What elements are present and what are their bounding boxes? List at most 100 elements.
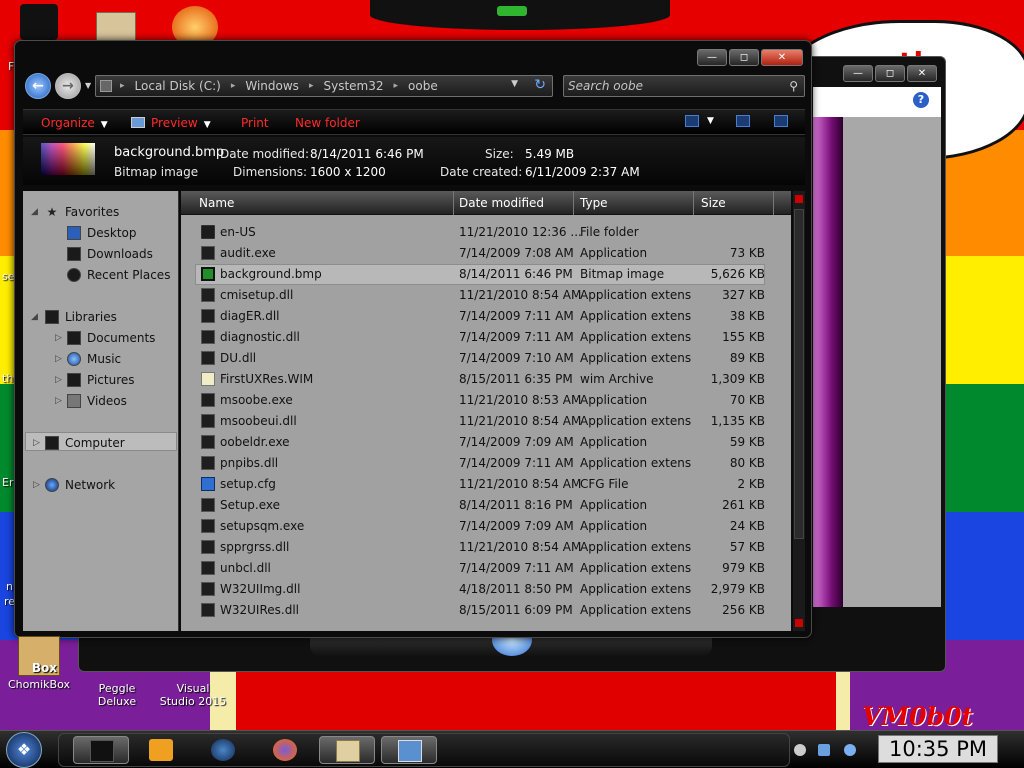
forward-button[interactable]: → — [55, 73, 81, 99]
file-row[interactable]: W32UIRes.dll 8/15/2011 6:09 PM Application… — [181, 600, 791, 621]
collapse-arrow-icon[interactable]: ▷ — [55, 354, 62, 364]
taskbar-media-player-button[interactable] — [133, 736, 189, 764]
scroll-up-arrow-icon[interactable] — [795, 195, 803, 203]
close-button[interactable]: ✕ — [761, 49, 803, 66]
taskbar-explorer-button[interactable] — [73, 736, 129, 764]
breadcrumb-separator-icon[interactable]: ▸ — [120, 81, 125, 91]
file-row[interactable]: audit.exe 7/14/2009 7:08 AM Application 73 … — [181, 243, 791, 264]
change-view-icon[interactable] — [685, 115, 699, 127]
start-button[interactable]: ❖ — [6, 732, 42, 768]
collapse-arrow-icon[interactable]: ▷ — [33, 438, 40, 448]
breadcrumb-separator-icon[interactable]: ▸ — [231, 81, 236, 91]
search-icon[interactable]: ⚲ — [789, 79, 798, 93]
file-row[interactable]: W32UIImg.dll 4/18/2011 8:50 PM Application… — [181, 579, 791, 600]
file-row[interactable]: unbcl.dll 7/14/2009 7:11 AM Application ex… — [181, 558, 791, 579]
desktop-icon-chomikbox[interactable]: Box ChomikBox — [4, 636, 74, 691]
column-divider[interactable] — [693, 191, 694, 215]
column-divider[interactable] — [453, 191, 454, 215]
address-dropdown-icon[interactable]: ▼ — [511, 79, 518, 89]
bg-minimize-button[interactable]: — — [843, 65, 873, 82]
breadcrumb-item[interactable]: Windows — [245, 79, 299, 93]
nav-recent-places[interactable]: Recent Places — [67, 266, 170, 284]
file-row[interactable]: msoobeui.dll 11/21/2010 8:54 AM Applicatio… — [181, 411, 791, 432]
file-row[interactable]: diagER.dll 7/14/2009 7:11 AM Application e… — [181, 306, 791, 327]
preview-button[interactable]: Preview ▼ — [131, 116, 211, 130]
column-header-date[interactable]: Date modified — [459, 196, 544, 210]
taskbar-image-viewer-button[interactable] — [381, 736, 437, 764]
nav-favorites[interactable]: ★ Favorites — [45, 203, 120, 221]
bg-close-button[interactable]: ✕ — [907, 65, 937, 82]
preview-pane-icon[interactable] — [735, 115, 750, 127]
maximize-button[interactable]: ◻ — [729, 49, 759, 66]
back-button[interactable]: ← — [25, 73, 51, 99]
folder-shortcut-icon[interactable] — [96, 12, 136, 42]
desktop-edge-label[interactable]: se — [2, 270, 15, 283]
breadcrumb-item[interactable]: Local Disk (C:) — [135, 79, 221, 93]
search-box[interactable]: ⚲ — [563, 75, 805, 97]
file-row[interactable]: FirstUXRes.WIM 8/15/2011 6:35 PM wim Archi… — [181, 369, 791, 390]
file-row[interactable]: DU.dll 7/14/2009 7:10 AM Application exten… — [181, 348, 791, 369]
desktop-icon-visual-studio[interactable]: Visual Studio 2015 — [158, 682, 228, 708]
file-row[interactable]: spprgrss.dll 11/21/2010 8:54 AM Applicatio… — [181, 537, 791, 558]
desktop-edge-label[interactable]: Er — [2, 476, 13, 489]
file-row[interactable]: msoobe.exe 11/21/2010 8:53 AM Application 7… — [181, 390, 791, 411]
help-book-icon[interactable] — [773, 115, 788, 127]
file-row[interactable]: oobeldr.exe 7/14/2009 7:09 AM Application 5… — [181, 432, 791, 453]
column-header-type[interactable]: Type — [580, 196, 608, 210]
scrollbar-thumb[interactable] — [794, 209, 804, 539]
file-row[interactable]: pnpibs.dll 7/14/2009 7:11 AM Application e… — [181, 453, 791, 474]
recycle-bin-icon[interactable] — [20, 4, 58, 40]
taskbar-clock[interactable]: 10:35 PM — [878, 735, 998, 763]
taskbar-folder-button[interactable] — [319, 736, 375, 764]
breadcrumb-separator-icon[interactable]: ▸ — [394, 81, 399, 91]
network-tray-icon[interactable] — [818, 744, 830, 756]
nav-pictures[interactable]: Pictures — [67, 371, 135, 389]
breadcrumb-item[interactable]: System32 — [323, 79, 383, 93]
nav-documents[interactable]: Documents — [67, 329, 155, 347]
column-header-name[interactable]: Name — [199, 196, 234, 210]
column-divider[interactable] — [573, 191, 574, 215]
nav-computer[interactable]: Computer — [45, 434, 125, 452]
file-row[interactable]: background.bmp 8/14/2011 6:46 PM Bitmap im… — [181, 264, 791, 285]
file-row[interactable]: cmisetup.dll 11/21/2010 8:54 AM Applicatio… — [181, 285, 791, 306]
taskbar-firefox-button[interactable] — [257, 736, 313, 764]
recent-pages-dropdown-icon[interactable]: ▼ — [85, 81, 91, 90]
volume-tray-icon[interactable] — [844, 744, 856, 756]
nav-downloads[interactable]: Downloads — [67, 245, 153, 263]
file-row[interactable]: setupsqm.exe 7/14/2009 7:09 AM Application… — [181, 516, 791, 537]
nav-music[interactable]: Music — [67, 350, 121, 368]
nav-network[interactable]: Network — [45, 476, 115, 494]
vertical-scrollbar[interactable] — [793, 191, 805, 631]
new-folder-button[interactable]: New folder — [295, 116, 360, 130]
nav-libraries[interactable]: Libraries — [45, 308, 117, 326]
desktop-icon-peggle[interactable]: Peggle Deluxe — [82, 682, 152, 708]
breadcrumb-item[interactable]: oobe — [408, 79, 438, 93]
file-row[interactable]: en-US 11/21/2010 12:36 ... File folder — [181, 222, 791, 243]
column-divider[interactable] — [773, 191, 774, 215]
explorer-window[interactable]: — ◻ ✕ ← → ▼ ▸ Local Disk (C:) ▸ Windows … — [14, 40, 812, 638]
desktop-edge-label[interactable]: n — [6, 580, 13, 593]
nav-videos[interactable]: Videos — [67, 392, 127, 410]
collapse-arrow-icon[interactable]: ▷ — [55, 396, 62, 406]
chevron-down-icon[interactable]: ▼ — [707, 115, 714, 127]
desktop-edge-label[interactable]: th — [2, 372, 13, 385]
file-row[interactable]: setup.cfg 11/21/2010 8:54 AM CFG File 2 KB — [181, 474, 791, 495]
file-row[interactable]: diagnostic.dll 7/14/2009 7:11 AM Applicati… — [181, 327, 791, 348]
expand-icon[interactable]: ◢ — [31, 207, 38, 217]
print-button[interactable]: Print — [241, 116, 269, 130]
file-row[interactable]: Setup.exe 8/14/2011 8:16 PM Application 261… — [181, 495, 791, 516]
bg-maximize-button[interactable]: ◻ — [875, 65, 905, 82]
nav-desktop[interactable]: Desktop — [67, 224, 137, 242]
collapse-arrow-icon[interactable]: ▷ — [55, 333, 62, 343]
minimize-button[interactable]: — — [697, 49, 727, 66]
help-icon[interactable]: ? — [913, 92, 929, 108]
expand-icon[interactable]: ◢ — [31, 312, 38, 322]
collapse-arrow-icon[interactable]: ▷ — [55, 375, 62, 385]
scroll-down-arrow-icon[interactable] — [795, 619, 803, 627]
refresh-icon[interactable]: ↻ — [534, 77, 546, 93]
breadcrumb-separator-icon[interactable]: ▸ — [309, 81, 314, 91]
address-bar[interactable]: ▸ Local Disk (C:) ▸ Windows ▸ System32 ▸… — [95, 75, 553, 97]
tray-expand-icon[interactable] — [794, 744, 806, 756]
collapse-arrow-icon[interactable]: ▷ — [33, 480, 40, 490]
search-input[interactable] — [568, 78, 778, 94]
